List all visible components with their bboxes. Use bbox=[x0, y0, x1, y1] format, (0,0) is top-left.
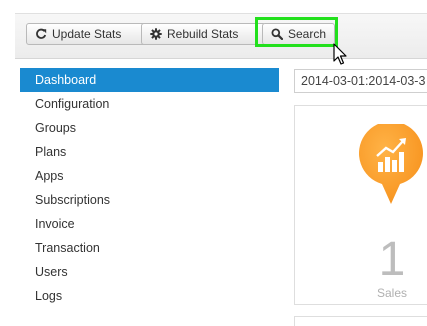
secondary-stat-card bbox=[294, 316, 427, 326]
sidebar-item-subscriptions[interactable]: Subscriptions bbox=[20, 188, 279, 212]
growth-chart-icon bbox=[359, 124, 423, 204]
update-stats-label: Update Stats bbox=[52, 27, 122, 41]
sidebar-nav: Dashboard Configuration Groups Plans App… bbox=[20, 68, 279, 308]
sales-label: Sales bbox=[376, 286, 408, 300]
gear-icon bbox=[150, 28, 162, 40]
sidebar-item-invoice[interactable]: Invoice bbox=[20, 212, 279, 236]
mouse-cursor-icon bbox=[333, 43, 347, 65]
sales-count: 1 bbox=[378, 233, 406, 286]
date-range-field[interactable]: 2014-03-01:2014-03-3 bbox=[294, 69, 427, 93]
sidebar-item-plans[interactable]: Plans bbox=[20, 140, 279, 164]
rebuild-stats-label: Rebuild Stats bbox=[167, 27, 239, 41]
sidebar-item-groups[interactable]: Groups bbox=[20, 116, 279, 140]
sales-stat-card: 1 Sales bbox=[294, 105, 427, 305]
sidebar-item-dashboard[interactable]: Dashboard bbox=[20, 68, 279, 92]
sidebar-item-transaction[interactable]: Transaction bbox=[20, 236, 279, 260]
sidebar-item-configuration[interactable]: Configuration bbox=[20, 92, 279, 116]
search-highlight-box bbox=[255, 17, 338, 47]
toolbar: Update Stats Rebuild Stats Search bbox=[15, 13, 427, 59]
sidebar-item-users[interactable]: Users bbox=[20, 260, 279, 284]
rebuild-stats-button[interactable]: Rebuild Stats bbox=[141, 23, 266, 45]
update-stats-button[interactable]: Update Stats bbox=[26, 23, 148, 45]
refresh-icon bbox=[35, 28, 47, 40]
sidebar-item-apps[interactable]: Apps bbox=[20, 164, 279, 188]
sidebar-item-logs[interactable]: Logs bbox=[20, 284, 279, 308]
